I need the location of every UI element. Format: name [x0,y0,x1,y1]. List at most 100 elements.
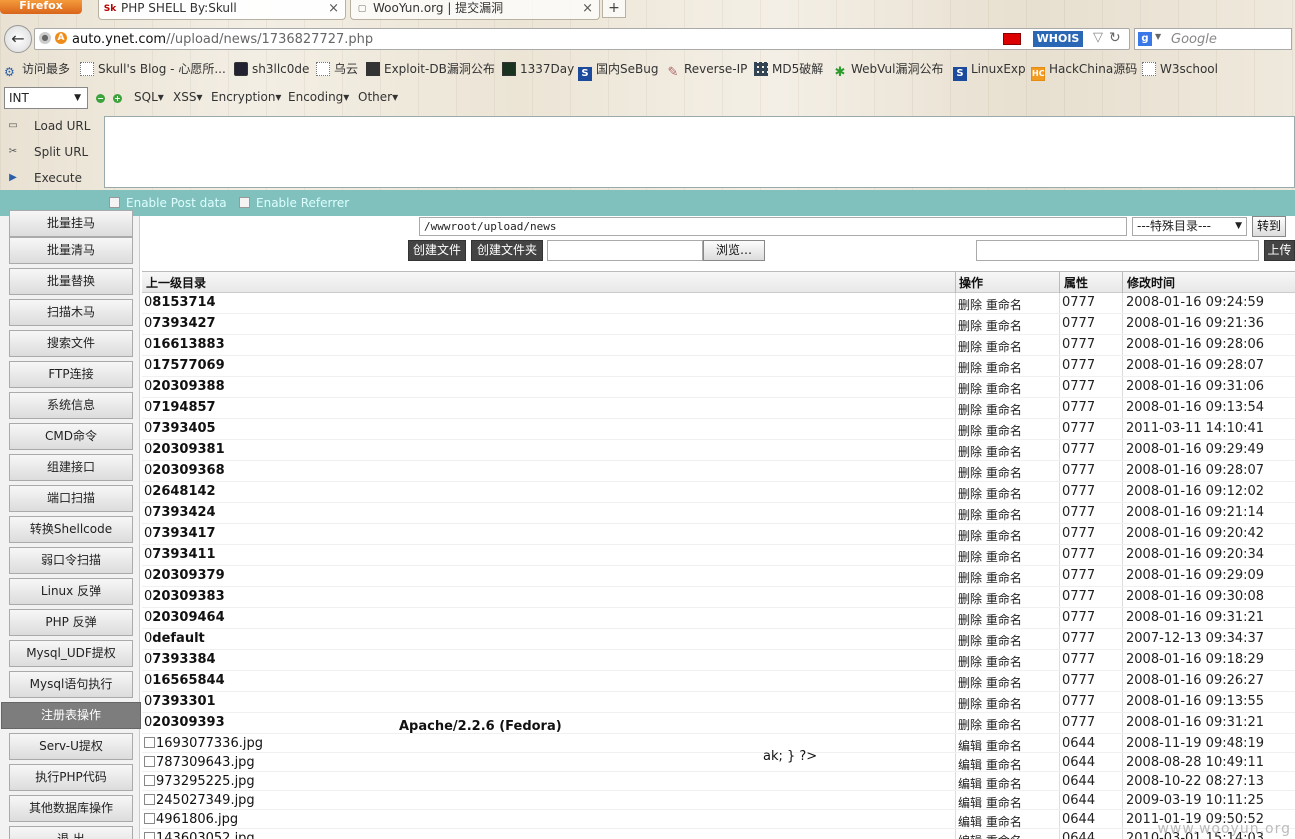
search-bar[interactable]: g ▼ Google [1134,28,1292,50]
dir-name[interactable]: 07393384 [144,652,216,667]
sidebar-item[interactable]: Serv-U提权 [9,733,133,760]
url-text[interactable]: auto.ynet.com//upload/news/1736827727.ph… [72,32,373,47]
dir-name[interactable]: 020309383 [144,589,225,604]
row-actions[interactable]: 删除 重命名 [958,317,1022,334]
modified-time[interactable]: 2008-01-16 09:13:54 [1126,400,1264,415]
row-actions[interactable]: 编辑 重命名 [958,775,1022,792]
dir-name[interactable]: 07393427 [144,316,216,331]
row-actions[interactable]: 编辑 重命名 [958,737,1022,754]
sidebar-item[interactable]: 注册表操作 [1,702,141,729]
modified-time[interactable]: 2008-01-16 09:28:07 [1126,358,1264,373]
row-actions[interactable]: 删除 重命名 [958,506,1022,523]
row-actions[interactable]: 删除 重命名 [958,653,1022,670]
row-actions[interactable]: 删除 重命名 [958,527,1022,544]
row-actions[interactable]: 删除 重命名 [958,296,1022,313]
dir-name[interactable]: 08153714 [144,295,216,310]
sidebar-item[interactable]: 转换Shellcode [9,516,133,543]
permission[interactable]: 0777 [1062,400,1095,415]
file-name[interactable]: 245027349.jpg [144,793,255,808]
permission[interactable]: 0777 [1062,652,1095,667]
row-actions[interactable]: 删除 重命名 [958,338,1022,355]
bookmark-hackchina[interactable]: HC HackChina源码 [1031,61,1137,81]
modified-time[interactable]: 2008-01-16 09:21:14 [1126,505,1264,520]
tab-php-shell[interactable]: Sk PHP SHELL By:Skull × [98,0,346,20]
file-checkbox[interactable] [144,832,155,839]
permission[interactable]: 0644 [1062,755,1095,770]
tab-wooyun[interactable]: ▢ WooYun.org | 提交漏洞 × [350,0,600,20]
modified-time[interactable]: 2008-01-16 09:29:49 [1126,442,1264,457]
menu-xss[interactable]: XSS▾ [173,90,202,104]
split-url-button[interactable]: ✂ Split URL [4,141,104,163]
browse-button[interactable]: 浏览… [703,240,765,261]
file-checkbox[interactable] [144,813,155,824]
firefox-menu-button[interactable]: Firefox [0,0,82,14]
file-name[interactable]: 143603052.jpg [144,831,255,839]
sidebar-item[interactable]: Mysql语句执行 [9,671,133,698]
row-actions[interactable]: 编辑 重命名 [958,813,1022,830]
google-icon[interactable]: g [1138,32,1152,46]
sidebar-item[interactable]: 执行PHP代码 [9,764,133,791]
sidebar-item[interactable]: 批量替换 [9,268,133,295]
modified-time[interactable]: 2008-01-16 09:31:06 [1126,379,1264,394]
bookmark-w3school[interactable]: W3school [1142,61,1218,77]
modified-time[interactable]: 2008-08-28 10:49:11 [1126,755,1264,770]
close-icon[interactable]: × [328,0,339,17]
reload-icon[interactable]: ↻ [1109,30,1121,46]
permission[interactable]: 0777 [1062,526,1095,541]
minus-icon[interactable]: − [96,94,105,103]
file-name[interactable]: 787309643.jpg [144,755,255,770]
new-tab-button[interactable]: + [602,0,626,18]
sidebar-item[interactable]: Linux 反弹 [9,578,133,605]
row-actions[interactable]: 删除 重命名 [958,422,1022,439]
permission[interactable]: 0777 [1062,694,1095,709]
upload-button[interactable]: 上传 [1264,240,1295,261]
dir-name[interactable]: 017577069 [144,358,225,373]
dir-name[interactable]: 020309388 [144,379,225,394]
bookmark-webvul[interactable]: ✱ WebVul漏洞公布 [833,61,944,80]
modified-time[interactable]: 2008-01-16 09:26:27 [1126,673,1264,688]
permission[interactable]: 0777 [1062,421,1095,436]
dir-name[interactable]: 07194857 [144,400,216,415]
file-checkbox[interactable] [144,737,155,748]
row-actions[interactable]: 删除 重命名 [958,380,1022,397]
modified-time[interactable]: 2008-01-16 09:31:21 [1126,610,1264,625]
whois-button[interactable]: WHOIS [1033,31,1083,47]
dir-name[interactable]: 020309393 [144,715,225,730]
sidebar-item[interactable]: 组建接口 [9,454,133,481]
bookmark-linuxexp[interactable]: S LinuxExp [953,61,1026,81]
sidebar-item[interactable]: 退 出 [9,826,133,839]
modified-time[interactable]: 2008-01-16 09:20:34 [1126,547,1264,562]
row-actions[interactable]: 删除 重命名 [958,464,1022,481]
permission[interactable]: 0777 [1062,673,1095,688]
goto-button[interactable]: 转到 [1252,216,1286,237]
modified-time[interactable]: 2008-01-16 09:29:09 [1126,568,1264,583]
dir-name[interactable]: 07393417 [144,526,216,541]
enable-post-data-checkbox[interactable]: Enable Post data [109,196,227,210]
dir-name[interactable]: 07393424 [144,505,216,520]
modified-time[interactable]: 2008-11-19 09:48:19 [1126,736,1264,751]
bookmark-most-visited[interactable]: ⚙ 访问最多 [4,61,70,79]
permission[interactable]: 0777 [1062,463,1095,478]
special-dir-select[interactable]: ---特殊目录--- ▼ [1132,217,1247,236]
upload-file-input[interactable] [976,240,1259,261]
row-actions[interactable]: 删除 重命名 [958,443,1022,460]
sidebar-item[interactable]: 其他数据库操作 [9,795,133,822]
sidebar-item[interactable]: 系统信息 [9,392,133,419]
permission[interactable]: 0777 [1062,379,1095,394]
dir-name[interactable]: 020309379 [144,568,225,583]
dir-name[interactable]: 016565844 [144,673,225,688]
row-actions[interactable]: 删除 重命名 [958,359,1022,376]
execute-button[interactable]: ▶ Execute [4,167,104,189]
modified-time[interactable]: 2008-01-16 09:28:06 [1126,337,1264,352]
row-actions[interactable]: 编辑 重命名 [958,794,1022,811]
permission[interactable]: 0777 [1062,568,1095,583]
row-actions[interactable]: 删除 重命名 [958,695,1022,712]
file-checkbox[interactable] [144,775,155,786]
enable-referrer-checkbox[interactable]: Enable Referrer [239,196,349,210]
bookmark-skull-blog[interactable]: Skull's Blog - 心愿所... [80,61,226,77]
permission[interactable]: 0644 [1062,774,1095,789]
permission[interactable]: 0777 [1062,316,1095,331]
modified-time[interactable]: 2008-01-16 09:18:29 [1126,652,1264,667]
permission[interactable]: 0777 [1062,610,1095,625]
modified-time[interactable]: 2008-01-16 09:31:21 [1126,715,1264,730]
